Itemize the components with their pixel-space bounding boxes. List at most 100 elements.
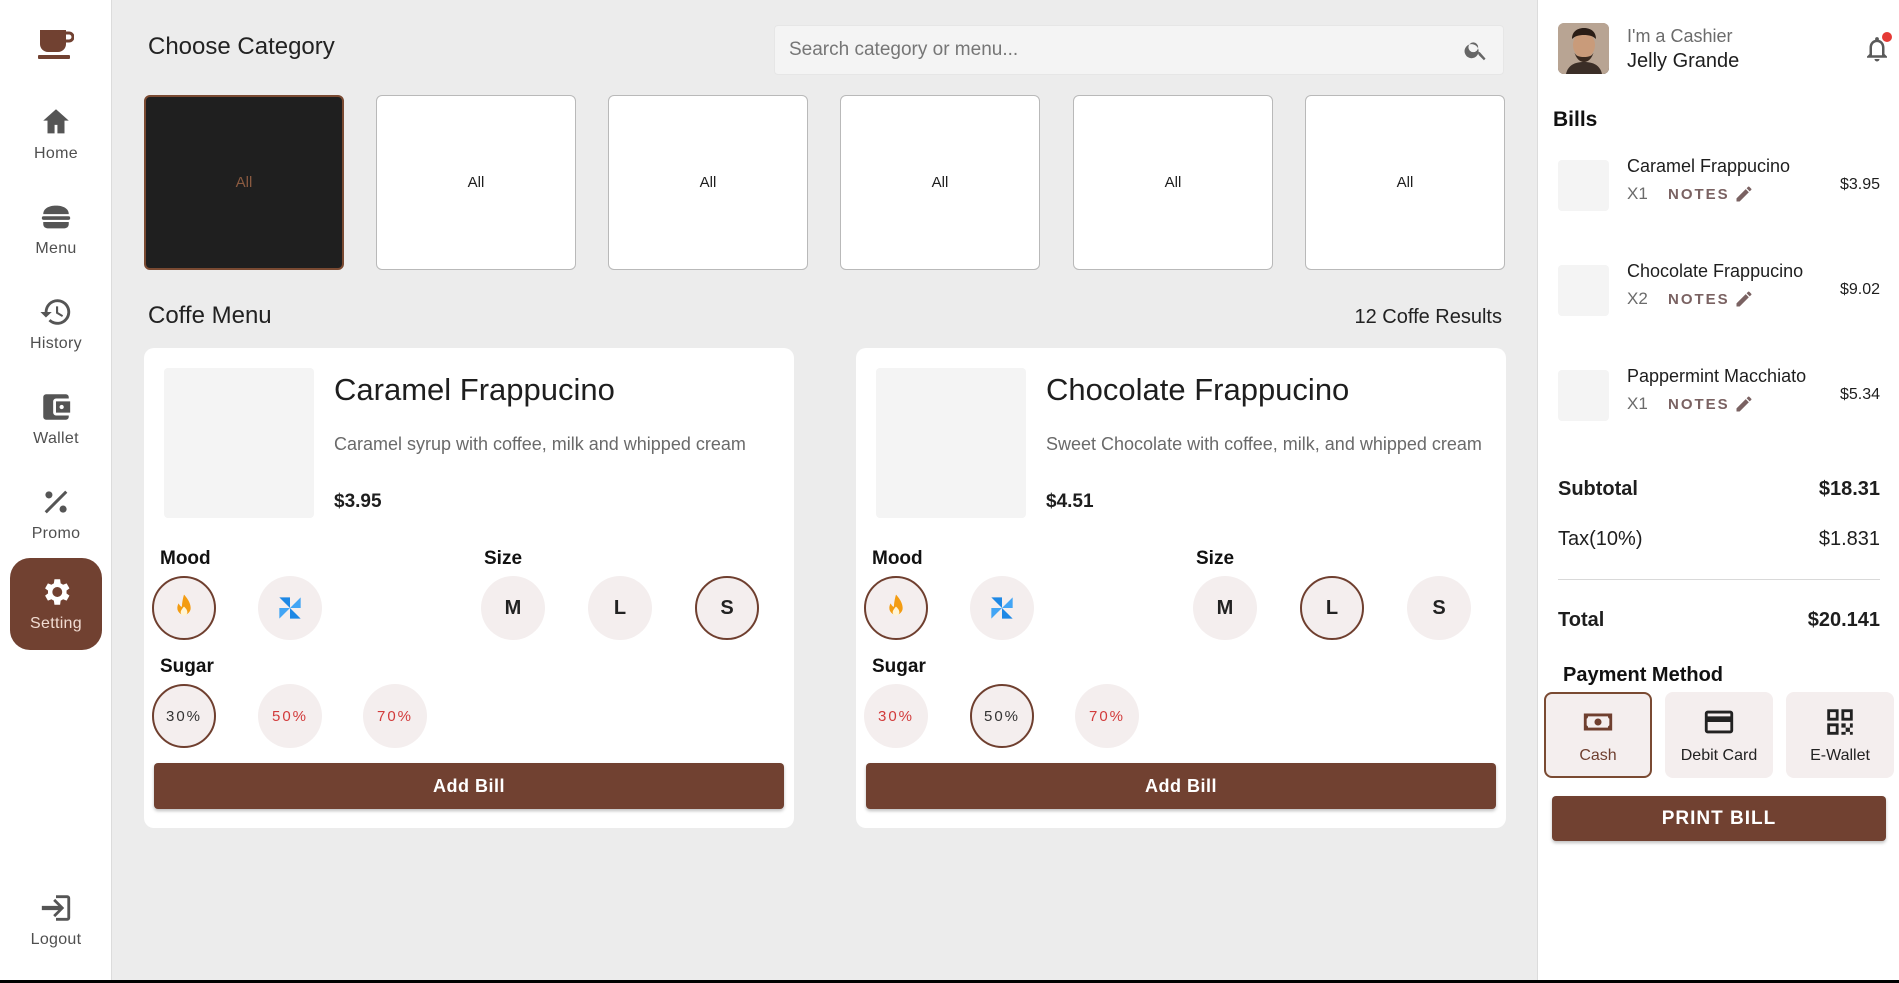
logout-label: Logout xyxy=(30,931,82,948)
notification-button[interactable] xyxy=(1862,32,1892,64)
user-photo-icon xyxy=(1558,23,1609,74)
sugar-label: Sugar xyxy=(872,656,926,677)
size-option[interactable]: S xyxy=(1407,576,1471,640)
payment-debit-card-option[interactable]: Debit Card xyxy=(1665,692,1773,778)
subtotal-value: $18.31 xyxy=(1818,478,1880,500)
edit-notes-button[interactable] xyxy=(1734,184,1754,204)
sugar-option[interactable]: 70% xyxy=(363,684,427,748)
product-image xyxy=(876,368,1026,518)
product-card: Caramel Frappucino Caramel syrup with co… xyxy=(144,348,794,828)
subtotal-row: Subtotal $18.31 xyxy=(1558,478,1880,501)
gear-icon xyxy=(45,579,70,605)
bill-item-image xyxy=(1558,265,1609,316)
payment-label: Debit Card xyxy=(1680,747,1758,764)
print-bill-button[interactable]: PRINT BILL xyxy=(1552,796,1886,841)
sidebar-item-label: History xyxy=(30,335,82,352)
qr-code-icon xyxy=(1827,709,1853,735)
size-option[interactable]: M xyxy=(481,576,545,640)
tax-label: Tax(10%) xyxy=(1558,528,1643,550)
sidebar-item-label: Wallet xyxy=(33,430,79,447)
bills-title: Bills xyxy=(1553,108,1598,131)
bill-panel: I'm a Cashier Jelly Grande Bills Caramel… xyxy=(1537,0,1899,983)
size-label: Size xyxy=(484,548,523,569)
bill-item-image xyxy=(1558,160,1609,211)
wallet-icon xyxy=(43,394,71,420)
product-card: Chocolate Frappucino Sweet Chocolate wit… xyxy=(856,348,1506,828)
pinwheel-icon xyxy=(279,597,301,619)
product-name: Chocolate Frappucino xyxy=(1046,372,1350,407)
category-card[interactable]: All xyxy=(144,95,344,270)
total-value: $20.141 xyxy=(1807,609,1880,631)
tax-value: $1.831 xyxy=(1818,528,1880,550)
pinwheel-icon xyxy=(991,597,1013,619)
size-option[interactable]: L xyxy=(588,576,652,640)
size-label: Size xyxy=(1196,548,1235,569)
sugar-option[interactable]: 70% xyxy=(1075,684,1139,748)
bill-item-price: $9.02 xyxy=(1839,281,1880,298)
payment-label: E-Wallet xyxy=(1810,747,1870,764)
payment-method-title: Payment Method xyxy=(1563,664,1724,686)
add-bill-button[interactable]: Add Bill xyxy=(154,763,784,809)
flame-icon xyxy=(889,594,903,616)
sugar-option[interactable]: 50% xyxy=(970,684,1034,748)
category-card[interactable]: All xyxy=(608,95,808,270)
mood-label: Mood xyxy=(160,548,211,569)
cash-icon xyxy=(1583,713,1613,731)
mood-hot-option[interactable] xyxy=(864,576,928,640)
product-price: $4.51 xyxy=(1046,491,1094,512)
payment-e-wallet-option[interactable]: E-Wallet xyxy=(1786,692,1894,778)
user-role: I'm a Cashier xyxy=(1627,26,1733,46)
notes-button[interactable]: NOTES xyxy=(1668,186,1730,203)
edit-notes-button[interactable] xyxy=(1734,394,1754,414)
sidebar: Home Menu History Wallet Promo Setting L… xyxy=(0,0,112,983)
product-description: Caramel syrup with coffee, milk and whip… xyxy=(334,434,746,454)
category-card[interactable]: All xyxy=(840,95,1040,270)
size-option[interactable]: S xyxy=(695,576,759,640)
avatar[interactable] xyxy=(1558,23,1609,74)
bill-item-name: Chocolate Frappucino xyxy=(1627,261,1804,281)
logout-icon xyxy=(41,895,71,921)
credit-card-icon xyxy=(1704,710,1734,734)
notes-button[interactable]: NOTES xyxy=(1668,396,1730,413)
edit-notes-button[interactable] xyxy=(1734,289,1754,309)
logout-button[interactable]: Logout xyxy=(10,880,102,960)
mood-hot-option[interactable] xyxy=(152,576,216,640)
total-row: Total $20.141 xyxy=(1558,609,1880,632)
notes-button[interactable]: NOTES xyxy=(1668,291,1730,308)
sidebar-item-setting[interactable]: Setting xyxy=(10,558,102,650)
payment-cash-option[interactable]: Cash xyxy=(1544,692,1652,778)
category-card[interactable]: All xyxy=(1305,95,1505,270)
mood-cold-option[interactable] xyxy=(970,576,1034,640)
bill-item-qty: X1 xyxy=(1627,394,1648,413)
product-name: Caramel Frappucino xyxy=(334,372,615,407)
coffee-cup-icon[interactable] xyxy=(38,28,74,60)
sidebar-item-home[interactable]: Home xyxy=(10,88,102,180)
tax-row: Tax(10%) $1.831 xyxy=(1558,528,1880,551)
add-bill-button[interactable]: Add Bill xyxy=(866,763,1496,809)
category-card[interactable]: All xyxy=(376,95,576,270)
size-option[interactable]: M xyxy=(1193,576,1257,640)
notification-dot xyxy=(1882,32,1892,42)
total-label: Total xyxy=(1558,609,1605,631)
burger-icon xyxy=(41,205,71,229)
search-bar[interactable] xyxy=(774,25,1504,75)
subtotal-label: Subtotal xyxy=(1558,478,1638,500)
bill-item-price: $3.95 xyxy=(1839,176,1880,193)
sugar-option[interactable]: 50% xyxy=(258,684,322,748)
sidebar-item-wallet[interactable]: Wallet xyxy=(10,373,102,465)
history-icon xyxy=(40,299,71,325)
sidebar-item-history[interactable]: History xyxy=(10,278,102,370)
mood-cold-option[interactable] xyxy=(258,576,322,640)
sugar-option[interactable]: 30% xyxy=(152,684,216,748)
sidebar-item-menu[interactable]: Menu xyxy=(10,183,102,275)
sidebar-item-promo[interactable]: Promo xyxy=(10,468,102,560)
bill-item: Caramel Frappucino X1 NOTES $3.95 xyxy=(1538,156,1899,240)
mood-label: Mood xyxy=(872,548,923,569)
sidebar-item-label: Home xyxy=(34,145,78,162)
sugar-option[interactable]: 30% xyxy=(864,684,928,748)
page-title: Choose Category xyxy=(148,33,335,60)
size-option[interactable]: L xyxy=(1300,576,1364,640)
category-card[interactable]: All xyxy=(1073,95,1273,270)
search-icon[interactable] xyxy=(1463,37,1489,63)
search-input[interactable] xyxy=(789,39,1463,61)
